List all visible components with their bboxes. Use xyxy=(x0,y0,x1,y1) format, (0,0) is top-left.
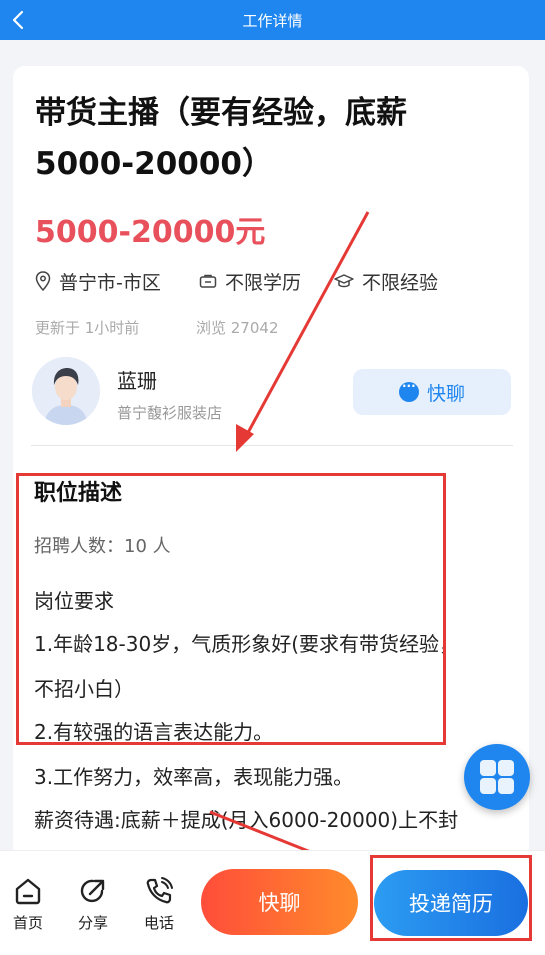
location-pin-icon xyxy=(35,271,51,291)
graduation-cap-icon xyxy=(334,274,354,288)
view-count: 浏览 27042 xyxy=(196,319,279,337)
job-experience: 不限经验 xyxy=(334,268,438,294)
job-experience-text: 不限经验 xyxy=(362,271,439,294)
job-location-text: 普宁市-市区 xyxy=(59,271,161,294)
nav-home[interactable]: 首页 xyxy=(4,876,52,933)
annotation-box-description xyxy=(16,473,446,745)
job-title: 带货主播（要有经验，底薪5000-20000） xyxy=(35,95,407,182)
floating-menu-button[interactable] xyxy=(464,744,530,810)
phone-icon xyxy=(146,877,173,904)
quick-chat-button[interactable]: 快聊 xyxy=(353,369,511,415)
nav-home-label: 首页 xyxy=(12,914,43,932)
job-education-text: 不限学历 xyxy=(225,271,302,294)
recruiter-avatar[interactable] xyxy=(32,357,100,425)
top-bar: 工作详情 xyxy=(0,0,545,40)
nav-phone[interactable]: 电话 xyxy=(135,876,183,933)
description-line: 薪资待遇:底薪＋提成(月入6000-20000)上不封 xyxy=(34,808,459,832)
nav-share[interactable]: 分享 xyxy=(69,876,117,933)
updated-time: 更新于 1小时前 xyxy=(35,319,140,337)
job-location: 普宁市-市区 xyxy=(35,268,161,294)
quick-chat-label: 快聊 xyxy=(426,382,465,405)
home-icon xyxy=(15,878,41,905)
annotation-box-apply xyxy=(370,855,532,941)
grid-icon xyxy=(480,760,496,776)
nav-share-label: 分享 xyxy=(77,914,108,932)
divider xyxy=(31,445,513,446)
recruiter-name: 蓝珊 xyxy=(117,369,157,393)
nav-phone-label: 电话 xyxy=(143,914,174,932)
recruiter-company: 普宁馥衫服装店 xyxy=(117,404,223,422)
job-education: 不限学历 xyxy=(199,268,301,294)
chat-button[interactable]: 快聊 xyxy=(201,869,358,935)
briefcase-icon xyxy=(199,274,217,288)
description-line: 3.工作努力，效率高，表现能力强。 xyxy=(34,765,354,789)
job-salary: 5000-20000元 xyxy=(35,215,266,250)
chat-bubble-icon xyxy=(398,379,419,402)
share-icon xyxy=(80,879,105,903)
page-title: 工作详情 xyxy=(242,12,303,30)
